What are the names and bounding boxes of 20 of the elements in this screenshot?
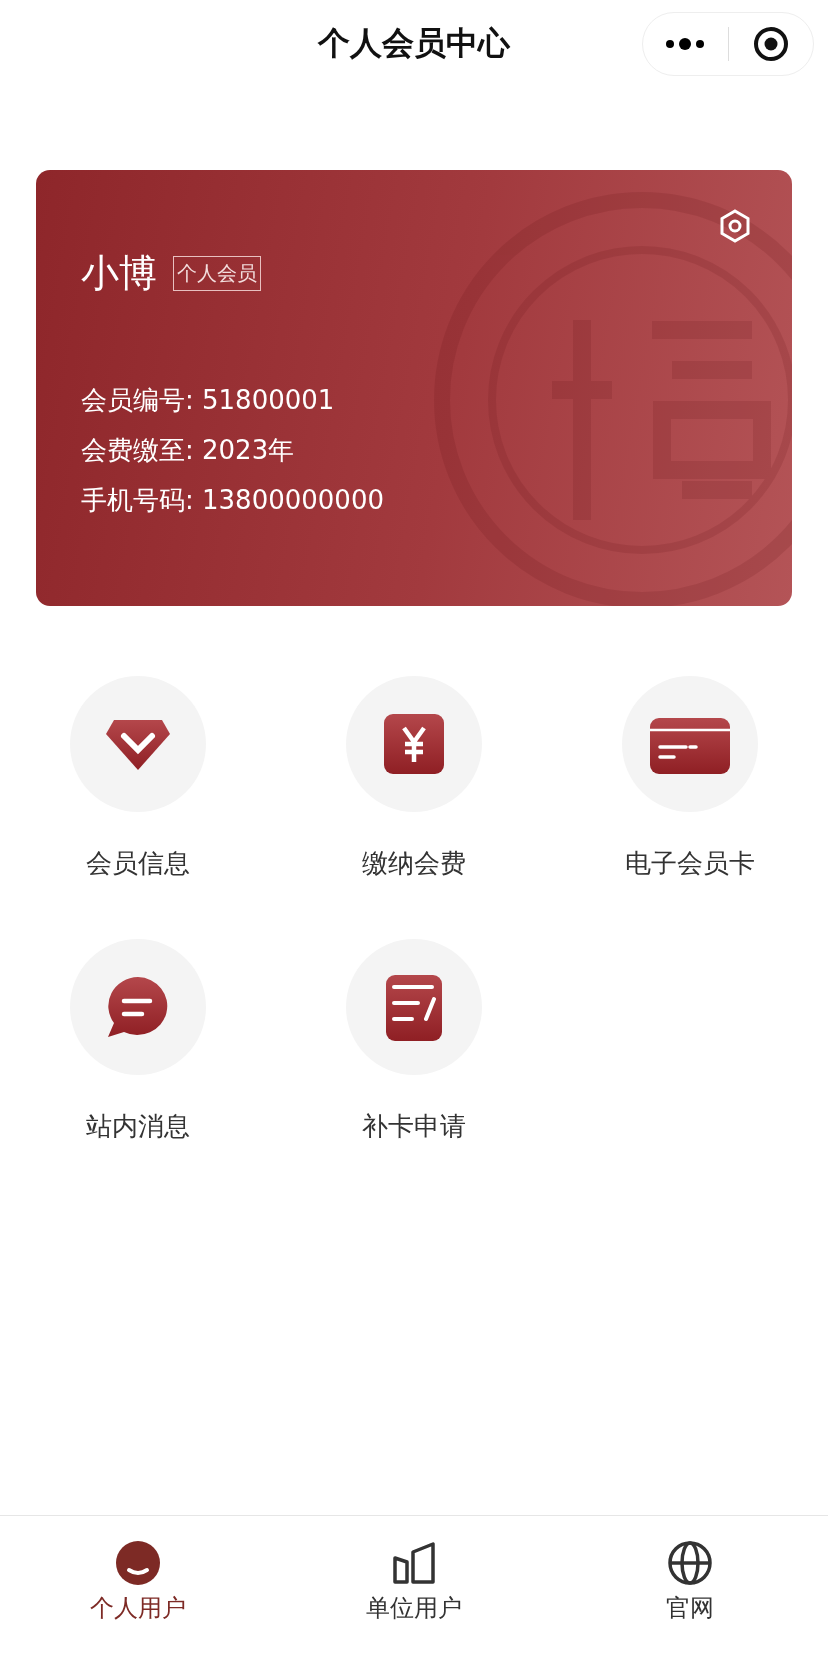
menu-label[interactable]: 补卡申请 [362,1109,466,1144]
smile-icon [115,1540,161,1586]
tab-bar-item[interactable]: 官网 [552,1516,828,1666]
more-icon[interactable] [665,37,706,51]
menu-label[interactable]: 站内消息 [86,1109,190,1144]
close-target-icon[interactable] [752,26,789,62]
tab-bar-item[interactable]: 个人用户 [0,1516,276,1666]
member-info-line: 会员编号: 51800001 [81,384,335,417]
member-info-line: 会费缴至: 2023年 [81,434,295,467]
globe-icon [667,1540,713,1586]
building-icon [391,1540,437,1586]
tab-bar-item[interactable]: 单位用户 [276,1516,552,1666]
page-title: 个人会员中心 [318,23,510,64]
menu-label[interactable]: 会员信息 [86,846,190,881]
menu-label[interactable]: 缴纳会费 [362,846,466,881]
settings-icon[interactable] [718,208,752,244]
member-name: 小博 [81,250,157,297]
member-info-line: 手机号码: 13800000000 [81,484,384,517]
member-type-tag: 个人会员 [173,256,261,291]
menu-label[interactable]: 电子会员卡 [625,846,755,881]
